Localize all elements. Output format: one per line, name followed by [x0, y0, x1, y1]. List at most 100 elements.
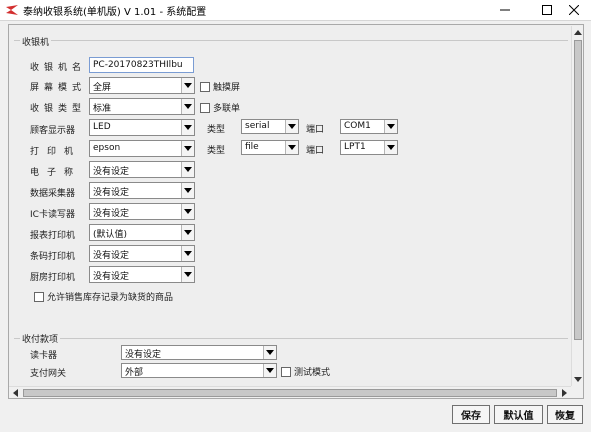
- scale-value: 没有设定: [93, 167, 130, 177]
- customer-display-value: LED: [93, 122, 111, 132]
- display-port-label: 端口: [306, 125, 325, 135]
- report-printer-value: (默认值): [93, 230, 128, 240]
- barcode-printer-value: 没有设定: [93, 251, 130, 261]
- test-mode-label: 测试模式: [294, 368, 331, 378]
- multi-receipt-label: 多联单: [213, 104, 241, 114]
- minimize-icon: [500, 9, 510, 11]
- scroll-corner: [571, 386, 583, 398]
- customer-display-label: 顾客显示器: [30, 126, 76, 136]
- chevron-down-icon[interactable]: [384, 120, 397, 133]
- chevron-down-icon[interactable]: [181, 246, 194, 261]
- payment-group-title: 收付款项: [20, 332, 61, 345]
- default-button[interactable]: 默认值: [494, 405, 543, 424]
- maximize-icon: [542, 5, 552, 15]
- barcode-printer-select[interactable]: 没有设定: [89, 245, 195, 262]
- chevron-down-icon[interactable]: [181, 204, 194, 219]
- cashier-name-input[interactable]: PC-20170823THIlbu: [89, 57, 194, 73]
- kitchen-printer-select[interactable]: 没有设定: [89, 266, 195, 283]
- card-reader-select[interactable]: 没有设定: [121, 345, 277, 360]
- screen-mode-label: 屏幕模式: [30, 83, 87, 93]
- printer-value: epson: [93, 143, 121, 153]
- chevron-down-icon[interactable]: [285, 120, 298, 133]
- allow-negative-stock-checkbox[interactable]: 允许销售库存记录为缺货的商品: [34, 290, 173, 303]
- card-reader-value: 没有设定: [125, 350, 162, 360]
- close-button[interactable]: [557, 0, 591, 20]
- payment-group-border: [14, 338, 568, 339]
- payment-gateway-select[interactable]: 外部: [121, 363, 277, 378]
- printer-type-select[interactable]: file: [241, 140, 299, 155]
- ic-reader-select[interactable]: 没有设定: [89, 203, 195, 220]
- ic-reader-value: 没有设定: [93, 209, 130, 219]
- display-port-select[interactable]: COM1: [340, 119, 398, 134]
- printer-label: 打印机: [30, 147, 82, 157]
- chevron-down-icon[interactable]: [181, 225, 194, 240]
- payment-gateway-label: 支付网关: [30, 369, 67, 379]
- restore-button[interactable]: 恢复: [547, 405, 583, 424]
- cashier-group-title: 收银机: [20, 35, 52, 48]
- cashier-type-select[interactable]: 标准: [89, 98, 195, 115]
- test-mode-checkbox[interactable]: 测试模式: [281, 365, 330, 378]
- screen-mode-value: 全屏: [93, 83, 112, 93]
- chevron-down-icon[interactable]: [181, 267, 194, 282]
- scale-label: 电子称: [30, 168, 82, 178]
- chevron-down-icon[interactable]: [384, 141, 397, 154]
- save-button[interactable]: 保存: [452, 405, 490, 424]
- vertical-scroll-thumb[interactable]: [574, 40, 582, 340]
- display-type-select[interactable]: serial: [241, 119, 299, 134]
- checkbox-box[interactable]: [281, 366, 291, 377]
- chevron-down-icon[interactable]: [181, 183, 194, 198]
- scroll-up-icon[interactable]: [574, 29, 582, 35]
- scroll-left-icon[interactable]: [12, 389, 18, 397]
- checkbox-box[interactable]: [34, 291, 44, 302]
- kitchen-printer-label: 厨房打印机: [30, 273, 76, 283]
- printer-type-value: file: [245, 142, 259, 152]
- card-reader-label: 读卡器: [30, 351, 58, 361]
- touchscreen-label: 触摸屏: [213, 83, 241, 93]
- app-logo-icon: [6, 5, 18, 15]
- cashier-type-label: 收银类型: [30, 104, 87, 114]
- window-title: 泰纳收银系统(单机版) V 1.01 - 系统配置: [23, 7, 207, 18]
- barcode-printer-label: 条码打印机: [30, 252, 76, 262]
- config-viewport: 收银机 收银机名 PC-20170823THIlbu 屏幕模式 全屏 触摸屏 收…: [10, 26, 572, 386]
- cashier-group-border: [14, 40, 568, 41]
- chevron-down-icon[interactable]: [263, 346, 276, 359]
- customer-display-select[interactable]: LED: [89, 119, 195, 136]
- display-port-value: COM1: [344, 121, 371, 131]
- chevron-down-icon[interactable]: [285, 141, 298, 154]
- checkbox-box[interactable]: [200, 81, 210, 92]
- data-collector-value: 没有设定: [93, 188, 130, 198]
- vertical-scrollbar[interactable]: [571, 26, 583, 386]
- ic-reader-label: IC卡读写器: [30, 210, 75, 220]
- config-panel: 收银机 收银机名 PC-20170823THIlbu 屏幕模式 全屏 触摸屏 收…: [8, 24, 584, 399]
- scroll-down-icon[interactable]: [574, 377, 582, 383]
- allow-negative-stock-label: 允许销售库存记录为缺货的商品: [47, 293, 174, 303]
- printer-type-label: 类型: [207, 146, 226, 156]
- cashier-name-label: 收银机名: [30, 63, 87, 73]
- scroll-right-icon[interactable]: [562, 389, 568, 397]
- printer-port-value: LPT1: [344, 142, 366, 152]
- multi-receipt-checkbox[interactable]: 多联单: [200, 101, 240, 114]
- display-type-value: serial: [245, 121, 270, 131]
- checkbox-box[interactable]: [200, 102, 210, 113]
- chevron-down-icon[interactable]: [181, 120, 194, 135]
- data-collector-select[interactable]: 没有设定: [89, 182, 195, 199]
- payment-gateway-value: 外部: [125, 368, 144, 378]
- screen-mode-select[interactable]: 全屏: [89, 77, 195, 94]
- display-type-label: 类型: [207, 125, 226, 135]
- minimize-button[interactable]: [488, 0, 522, 20]
- chevron-down-icon[interactable]: [263, 364, 276, 377]
- chevron-down-icon[interactable]: [181, 141, 194, 156]
- chevron-down-icon[interactable]: [181, 78, 194, 93]
- horizontal-scrollbar[interactable]: [9, 386, 571, 398]
- printer-port-select[interactable]: LPT1: [340, 140, 398, 155]
- horizontal-scroll-thumb[interactable]: [23, 389, 557, 397]
- chevron-down-icon[interactable]: [181, 99, 194, 114]
- kitchen-printer-value: 没有设定: [93, 272, 130, 282]
- printer-port-label: 端口: [306, 146, 325, 156]
- report-printer-select[interactable]: (默认值): [89, 224, 195, 241]
- printer-select[interactable]: epson: [89, 140, 195, 157]
- data-collector-label: 数据采集器: [30, 189, 76, 199]
- scale-select[interactable]: 没有设定: [89, 161, 195, 178]
- chevron-down-icon[interactable]: [181, 162, 194, 177]
- touchscreen-checkbox[interactable]: 触摸屏: [200, 80, 240, 93]
